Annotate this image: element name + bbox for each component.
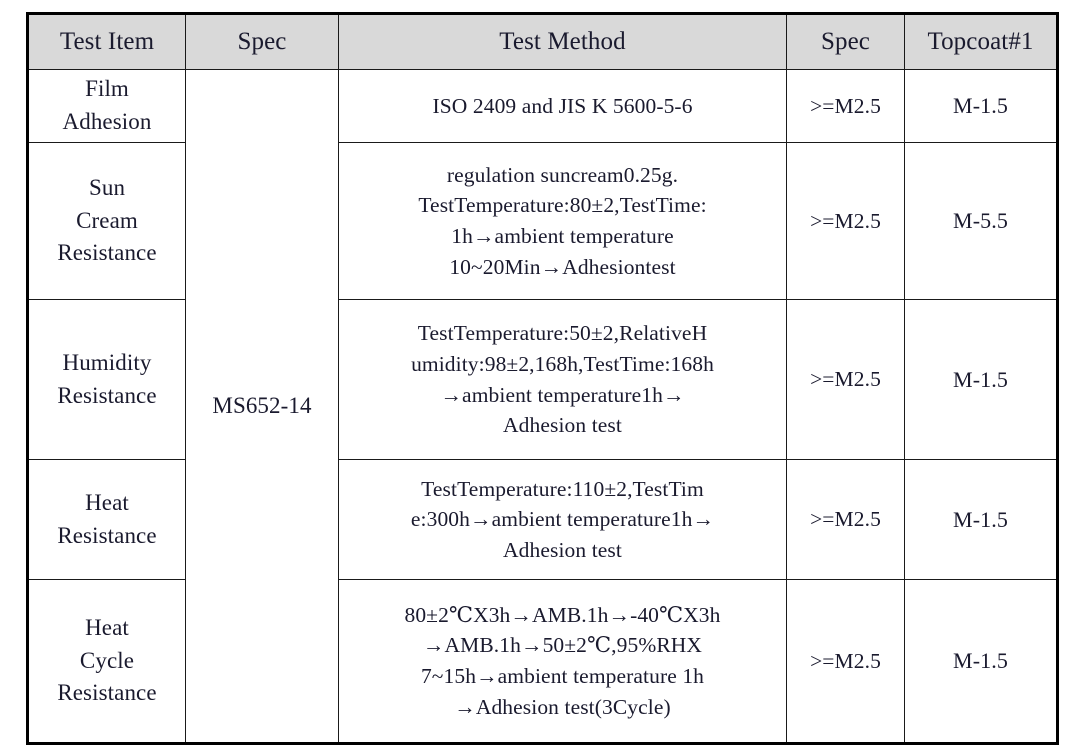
test-item-line: Cycle xyxy=(79,647,135,673)
column-header-spec-result: Spec xyxy=(786,13,905,70)
test-method-line: 80±2℃X3h→AMB.1h→-40℃X3h xyxy=(404,602,721,627)
cell-spec-value: >=M2.5 xyxy=(786,299,905,460)
cell-test-method: 80±2℃X3h→AMB.1h→-40℃X3h →AMB.1h→50±2℃,95… xyxy=(338,579,787,744)
test-item-line: Cream xyxy=(76,207,138,233)
test-item-line: Resistance xyxy=(57,522,157,548)
test-item-line: Heat xyxy=(85,615,129,641)
table-row: Sun Cream Resistance regulation suncream… xyxy=(27,142,1058,300)
cell-test-item: Humidity Resistance xyxy=(27,299,186,460)
column-header-test-method: Test Method xyxy=(338,13,787,70)
test-method-line: →Adhesion test(3Cycle) xyxy=(454,694,671,719)
test-method-line: TestTemperature:50±2,RelativeH xyxy=(417,321,708,346)
test-item-line: Resistance xyxy=(57,240,157,266)
cell-spec-value: >=M2.5 xyxy=(786,69,905,143)
cell-test-method: ISO 2409 and JIS K 5600-5-6 xyxy=(338,69,787,143)
cell-test-method: TestTemperature:50±2,RelativeH umidity:9… xyxy=(338,299,787,460)
cell-test-item: Film Adhesion xyxy=(27,69,186,143)
test-item-line: Sun xyxy=(88,175,126,201)
test-method-line: →AMB.1h→50±2℃,95%RHX xyxy=(422,633,703,658)
cell-spec-standard: MS652-14 xyxy=(185,69,339,744)
test-method-line: umidity:98±2,168h,TestTime:168h xyxy=(411,351,714,376)
cell-spec-value: >=M2.5 xyxy=(786,579,905,744)
test-item-line: Humidity xyxy=(62,349,152,375)
test-method-line: →ambient temperature1h→ xyxy=(440,382,685,407)
test-method-line: e:300h→ambient temperature1h→ xyxy=(410,507,715,532)
table-row: Film Adhesion MS652-14 ISO 2409 and JIS … xyxy=(27,69,1058,744)
table-body: Film Adhesion MS652-14 ISO 2409 and JIS … xyxy=(27,69,1058,744)
test-method-line: Adhesion test xyxy=(503,537,622,562)
cell-topcoat-value: M-1.5 xyxy=(904,69,1058,143)
test-method-line: 1h→ambient temperature xyxy=(451,224,674,248)
cell-test-method: TestTemperature:110±2,TestTim e:300h→amb… xyxy=(338,459,787,580)
test-item-line: Resistance xyxy=(57,680,157,706)
test-item-line: Film xyxy=(85,76,129,102)
column-header-topcoat: Topcoat#1 xyxy=(904,13,1058,70)
header-row: Test Item Spec Test Method Spec Topcoat#… xyxy=(27,13,1058,70)
document-page: Test Item Spec Test Method Spec Topcoat#… xyxy=(0,0,1067,745)
column-header-test-item: Test Item xyxy=(27,13,186,70)
test-item-line: Heat xyxy=(85,489,129,515)
cell-topcoat-value: M-1.5 xyxy=(904,579,1058,744)
table-row: Heat Cycle Resistance 80±2℃X3h→AMB.1h→-4… xyxy=(27,579,1058,744)
test-method-line: 10~20Min→Adhesiontest xyxy=(449,254,676,279)
test-item-line: Adhesion xyxy=(62,109,152,134)
test-method-line: TestTemperature:110±2,TestTim xyxy=(421,476,704,501)
cell-topcoat-value: M-1.5 xyxy=(904,299,1058,460)
test-item-line: Resistance xyxy=(57,382,157,408)
table-row: Humidity Resistance TestTemperature:50±2… xyxy=(27,299,1058,460)
test-method-line: regulation suncream0.25g. xyxy=(446,162,679,187)
test-method-line: 7~15h→ambient temperature 1h xyxy=(420,664,705,688)
cell-test-method: regulation suncream0.25g. TestTemperatur… xyxy=(338,142,787,300)
cell-spec-value: >=M2.5 xyxy=(786,459,905,580)
cell-topcoat-value: M-5.5 xyxy=(904,142,1058,300)
cell-test-item: Sun Cream Resistance xyxy=(27,142,186,300)
table-header: Test Item Spec Test Method Spec Topcoat#… xyxy=(27,13,1058,70)
test-specification-table: Test Item Spec Test Method Spec Topcoat#… xyxy=(26,12,1059,745)
cell-topcoat-value: M-1.5 xyxy=(904,459,1058,580)
test-method-line: TestTemperature:80±2,TestTime: xyxy=(418,193,707,218)
cell-test-item: Heat Cycle Resistance xyxy=(27,579,186,744)
test-method-line: Adhesion test xyxy=(503,413,622,438)
cell-test-item: Heat Resistance xyxy=(27,459,186,580)
column-header-spec: Spec xyxy=(185,13,339,70)
test-method-line: ISO 2409 and JIS K 5600-5-6 xyxy=(432,93,693,118)
cell-spec-value: >=M2.5 xyxy=(786,142,905,300)
table-row: Heat Resistance TestTemperature:110±2,Te… xyxy=(27,459,1058,580)
